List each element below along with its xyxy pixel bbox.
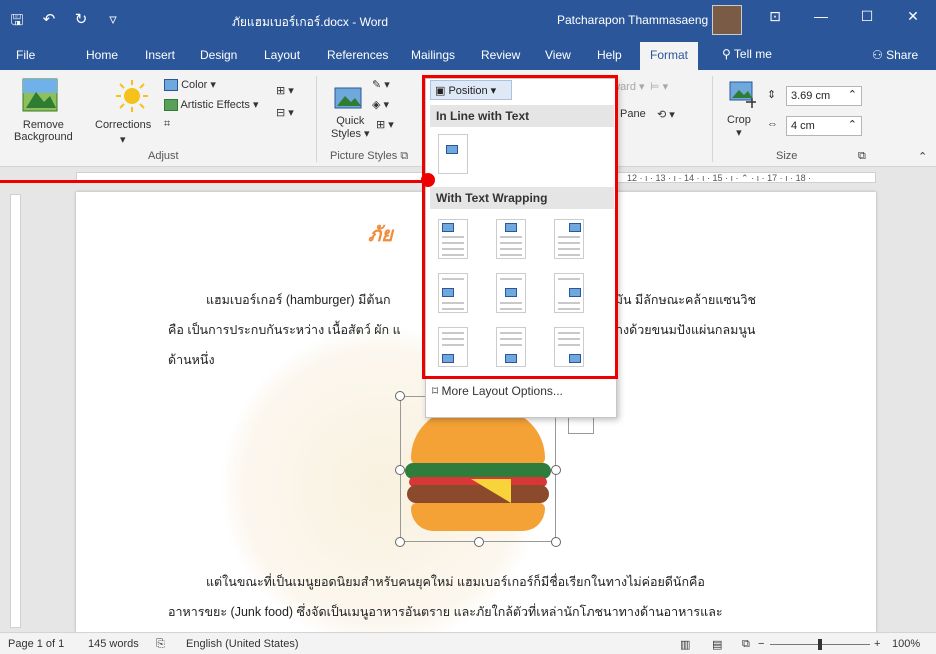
print-layout-icon[interactable]: ▤ (712, 638, 722, 651)
tab-layout[interactable]: Layout (264, 48, 300, 62)
burger-bun-bottom (411, 503, 545, 531)
height-spinner-icon[interactable]: ⌃ (848, 88, 857, 101)
paragraph-line: คือ เป็นการประกบกันระหว่าง เนื้อสัตว์ ผั… (168, 323, 401, 337)
share-button[interactable]: ⚇ Share (872, 48, 918, 62)
document-heading: ภัย (368, 224, 393, 246)
web-layout-icon[interactable]: ⧉ (742, 638, 750, 651)
rotate-icon[interactable]: ⟲ ▾ (657, 108, 675, 121)
zoom-out-button[interactable]: − (758, 638, 764, 650)
ribbon-tabs: File Home Insert Design Layout Reference… (0, 40, 936, 70)
tab-help[interactable]: Help (597, 48, 622, 62)
quick-styles-button[interactable]: Quick Styles ▾ (331, 115, 370, 140)
corrections-button[interactable]: Corrections (95, 119, 151, 131)
selection-pane-button[interactable]: Pane (620, 108, 646, 120)
tab-format[interactable]: Format (640, 42, 699, 70)
tab-references[interactable]: References (327, 48, 388, 62)
proofing-icon[interactable]: ⎘ (156, 638, 165, 651)
tab-review[interactable]: Review (481, 48, 520, 62)
ribbon-display-options-icon[interactable]: ⊡ (752, 8, 798, 25)
zoom-in-button[interactable]: + (874, 638, 880, 650)
size-dialog-launcher-icon[interactable]: ⧉ (858, 150, 866, 163)
more-layout-options[interactable]: ⌑ More Layout Options... (432, 384, 563, 398)
picture-styles-group-label: Picture Styles ⧉ (330, 150, 409, 162)
artistic-effects-button[interactable]: Artistic Effects ▾ (164, 98, 259, 112)
vertical-ruler (10, 194, 21, 628)
artistic-effects-icon (164, 99, 178, 112)
height-field[interactable]: 3.69 cm ⌃ (786, 86, 862, 106)
adjust-group-label: Adjust (148, 150, 179, 162)
language-status[interactable]: English (United States) (186, 638, 299, 650)
dialog-launcher-icon[interactable]: ⧉ (400, 150, 408, 162)
collapse-ribbon-icon[interactable]: ⌃ (918, 150, 927, 163)
tab-insert[interactable]: Insert (145, 48, 175, 62)
tab-file[interactable]: File (16, 48, 35, 62)
size-group-label: Size (776, 150, 798, 162)
burger-cheese (471, 479, 511, 503)
paragraph-line: แต่ในขณะที่เป็นเมนูยอดนิยมสำหรับคนยุคใหม… (206, 575, 705, 589)
width-spinner-icon[interactable]: ⌃ (848, 118, 857, 131)
width-icon: ⇔ (767, 118, 778, 130)
color-button[interactable]: Color ▾ (164, 78, 216, 92)
crop-icon[interactable] (728, 80, 758, 110)
title-bar: 🖫 ↶ ↻ ▿ ภัยแฮมเบอร์เกอร์.docx - Word Pat… (0, 0, 936, 40)
callout-line (0, 180, 428, 183)
paragraph-line: างด้วยขนมปังแผ่นกลมนูน (616, 323, 756, 337)
lightbulb-icon: ⚲ (722, 47, 734, 61)
resize-handle[interactable] (395, 391, 405, 401)
ruler-ticks: 12 · ı · 13 · ı · 14 · ı · 15 · ı · ⌃ · … (627, 173, 812, 183)
change-picture-icon[interactable]: ⊟ ▾ (276, 106, 294, 119)
resize-handle[interactable] (551, 537, 561, 547)
layout-options-menu-icon: ⌑ (432, 384, 442, 398)
tell-me-label: Tell me (733, 47, 772, 61)
compress-pictures-icon[interactable]: ⊞ ▾ (276, 84, 294, 97)
group-separator (712, 76, 713, 162)
tab-mailings[interactable]: Mailings (411, 48, 455, 62)
tab-view[interactable]: View (545, 48, 571, 62)
maximize-icon[interactable]: ☐ (844, 8, 890, 25)
word-count[interactable]: 145 words (88, 638, 139, 650)
group-separator (316, 76, 317, 162)
account-name[interactable]: Patcharapon Thammasaeng (557, 13, 708, 27)
tell-me-search[interactable]: ⚲ Tell me (722, 47, 772, 61)
zoom-slider-thumb[interactable] (818, 639, 822, 650)
paragraph-line: แฮมเบอร์เกอร์ (hamburger) มีต้นก (206, 293, 391, 307)
document-title: ภัยแฮมเบอร์เกอร์.docx - Word (231, 15, 389, 29)
paragraph-line: รมัน มีลักษณะคล้ายแซนวิช (608, 293, 756, 307)
highlight-box (422, 75, 618, 379)
crop-button[interactable]: Crop ▾ (727, 114, 751, 139)
picture-effects-icon[interactable]: ◈ ▾ (372, 98, 389, 111)
corrections-dropdown-icon[interactable]: ▾ (120, 133, 126, 146)
resize-handle[interactable] (395, 537, 405, 547)
remove-background-button[interactable]: Remove Background (14, 119, 73, 143)
more-layout-options-label: More Layout Options... (441, 384, 563, 398)
picture-layout-icon[interactable]: ⊞ ▾ (376, 118, 394, 131)
width-field[interactable]: 4 cm ⌃ (786, 116, 862, 136)
callout-dot (421, 173, 435, 187)
page-count[interactable]: Page 1 of 1 (8, 638, 64, 650)
avatar[interactable] (712, 5, 742, 35)
person-icon: ⚇ (872, 48, 887, 62)
align-icon[interactable]: ⊨ ▾ (650, 80, 668, 93)
window-controls: ⊡ — ☐ ✕ (752, 8, 936, 25)
transparency-icon[interactable]: ⌗ (164, 118, 170, 131)
quick-styles-icon[interactable] (333, 82, 365, 112)
zoom-level[interactable]: 100% (892, 638, 920, 650)
color-icon (164, 79, 178, 92)
remove-background-icon[interactable] (22, 78, 58, 112)
paragraph-line: อาหารขยะ (Junk food) ซึ่งจัดเป็นเมนูอาหา… (168, 605, 723, 619)
share-label: Share (886, 48, 919, 62)
read-mode-icon[interactable]: ▥ (680, 638, 690, 651)
paragraph-line: ด้านหนึ่ง (168, 353, 215, 367)
picture-border-icon[interactable]: ✎ ▾ (372, 78, 390, 91)
resize-handle[interactable] (551, 465, 561, 475)
resize-handle[interactable] (474, 537, 484, 547)
close-icon[interactable]: ✕ (890, 8, 936, 25)
tab-design[interactable]: Design (200, 48, 237, 62)
tab-home[interactable]: Home (86, 48, 118, 62)
corrections-icon[interactable] (114, 78, 150, 114)
status-bar: Page 1 of 1 145 words ⎘ English (United … (0, 632, 936, 654)
resize-handle[interactable] (395, 465, 405, 475)
height-icon: ⇕ (767, 89, 777, 101)
minimize-icon[interactable]: — (798, 8, 844, 25)
